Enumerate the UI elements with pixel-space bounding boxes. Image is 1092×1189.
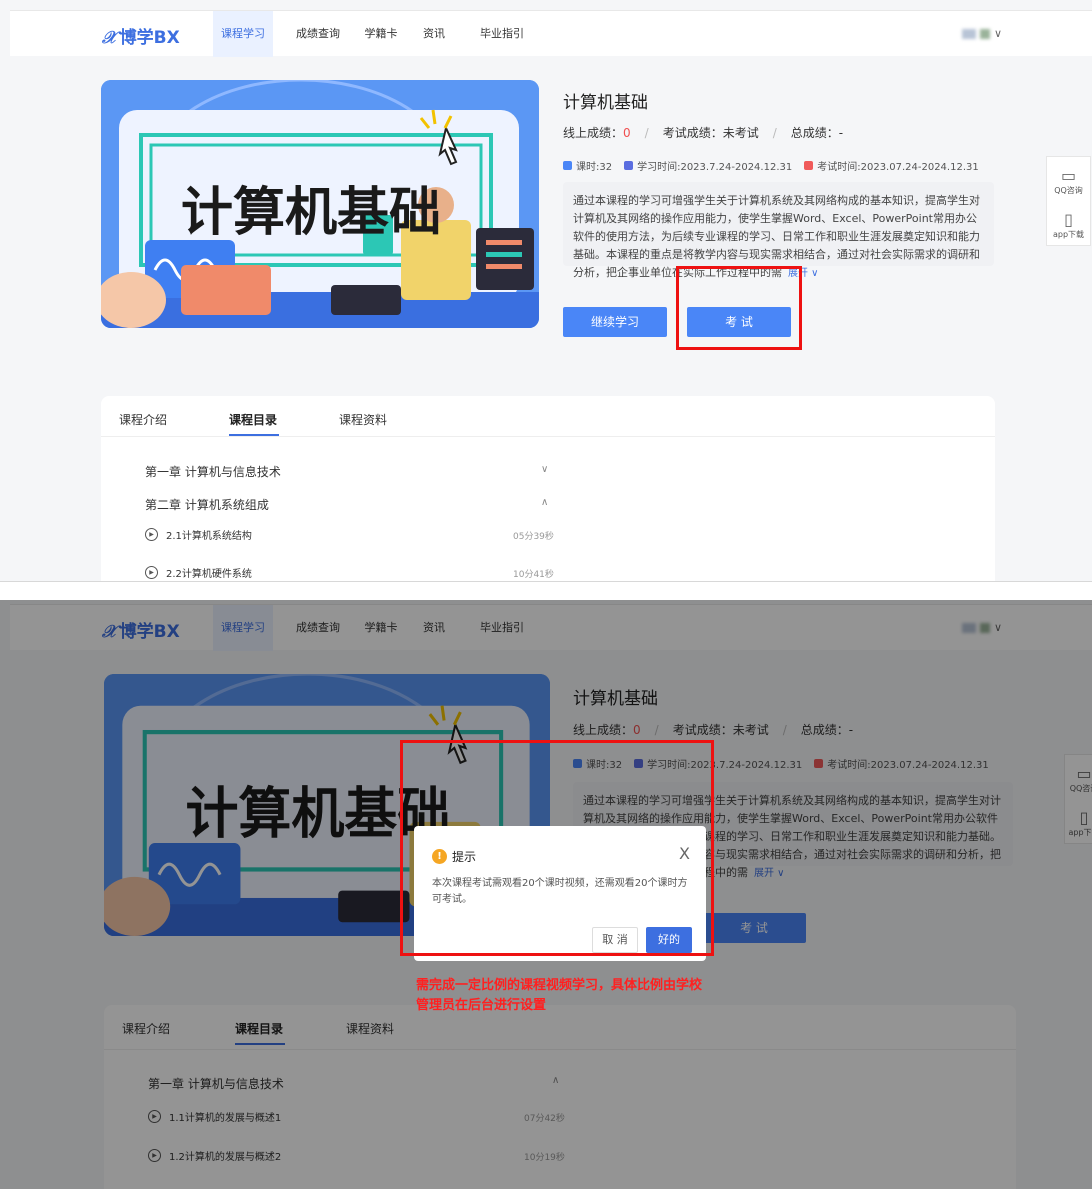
exam-time: 考试时间:2023.07.24-2024.12.31 xyxy=(817,162,979,173)
logo-text: 博学BX xyxy=(119,28,180,48)
tab-catalog[interactable]: 课程目录 xyxy=(229,411,277,428)
online-score-value: 0 xyxy=(623,125,631,140)
chevron-down-icon: ∨ xyxy=(993,27,1002,40)
annotation-text: 需完成一定比例的课程视频学习，具体比例由学校管理员在后台进行设置 xyxy=(416,978,703,1013)
continue-study-button[interactable]: 继续学习 xyxy=(563,307,667,337)
exam-score-label: 考试成绩： xyxy=(662,126,723,140)
total-score-value: - xyxy=(838,125,844,140)
chevron-up-icon[interactable]: ∧ xyxy=(541,497,548,508)
nav-item-news[interactable]: 资讯 xyxy=(414,11,454,57)
screenshot-panel-bottom: 𝒳 博学BX 课程学习 成绩查询 学籍卡 资讯 毕业指引 ∨ 计算机基础 计算机基… xyxy=(0,600,1092,1189)
chapter-1[interactable]: 第一章 计算机与信息技术 xyxy=(145,463,281,480)
course-tabs-card: 课程介绍 课程目录 课程资料 第一章 计算机与信息技术 ∨ 第二章 计算机系统组… xyxy=(101,396,995,581)
tab-materials[interactable]: 课程资料 xyxy=(339,411,387,428)
user-menu[interactable]: ∨ xyxy=(961,27,1002,40)
pencil-icon xyxy=(804,161,814,170)
screenshot-panel-top: 𝒳 博学BX 课程学习 成绩查询 学籍卡 资讯 毕业指引 ∨ 计算机基础 计算机… xyxy=(0,0,1092,582)
separator: / xyxy=(772,125,777,140)
highlight-box xyxy=(400,740,714,956)
lesson-item[interactable]: ▶ 2.1计算机系统结构 xyxy=(145,527,252,542)
lesson-name: 2.1计算机系统结构 xyxy=(166,531,252,542)
nav-item-graduation[interactable]: 毕业指引 xyxy=(472,11,532,57)
nav-item-grades[interactable]: 成绩查询 xyxy=(288,11,348,57)
course-hours: 课时:32 xyxy=(576,162,613,173)
side-float-panel: ▭QQ咨询 ▯app下载 xyxy=(1046,156,1091,246)
course-title: 计算机基础 xyxy=(563,93,648,113)
exam-score-value: 未考试 xyxy=(722,126,759,140)
play-icon: ▶ xyxy=(145,566,158,579)
nav-item-course[interactable]: 课程学习 xyxy=(213,11,273,57)
separator: / xyxy=(644,125,649,140)
course-description: 通过本课程的学习可增强学生关于计算机系统及其网络构成的基本知识，提高学生对计算机… xyxy=(563,182,994,279)
avatar xyxy=(961,28,976,39)
lesson-duration: 10分41秒 xyxy=(513,570,554,580)
qq-label: QQ咨询 xyxy=(1054,186,1083,195)
top-navbar: 𝒳 博学BX 课程学习 成绩查询 学籍卡 资讯 毕业指引 ∨ xyxy=(10,10,1092,57)
banner-illustration: 计算机基础 xyxy=(101,80,539,328)
calendar-icon xyxy=(624,161,634,170)
highlight-box xyxy=(676,266,802,350)
chevron-down-icon[interactable]: ∨ xyxy=(541,464,548,475)
study-time: 学习时间:2023.7.24-2024.12.31 xyxy=(637,162,793,173)
chapter-2[interactable]: 第二章 计算机系统组成 xyxy=(145,496,269,513)
logo[interactable]: 𝒳 博学BX xyxy=(102,23,180,48)
nav-item-student-card[interactable]: 学籍卡 xyxy=(356,11,406,57)
course-meta: 课时:32 学习时间:2023.7.24-2024.12.31 考试时间:202… xyxy=(563,158,979,173)
play-icon: ▶ xyxy=(145,528,158,541)
message-square-icon: ▭ xyxy=(1060,166,1077,185)
total-score-label: 总成绩： xyxy=(790,126,839,140)
qq-consult[interactable]: ▭QQ咨询 xyxy=(1047,157,1090,201)
lesson-item[interactable]: ▶ 2.2计算机硬件系统 xyxy=(145,565,252,580)
lesson-duration: 05分39秒 xyxy=(513,532,554,542)
course-banner: 计算机基础 xyxy=(101,80,539,328)
banner-text: 计算机基础 xyxy=(181,183,441,243)
hours-icon xyxy=(563,161,572,170)
logo-mark: 𝒳 xyxy=(102,28,117,48)
online-score-label: 线上成绩： xyxy=(563,126,624,140)
score-row: 线上成绩： 0 / 考试成绩： 未考试 / 总成绩： - xyxy=(563,124,843,141)
username xyxy=(979,28,990,39)
app-label: app下载 xyxy=(1052,230,1085,239)
app-download[interactable]: ▯app下载 xyxy=(1047,201,1090,245)
lesson-name: 2.2计算机硬件系统 xyxy=(166,569,252,580)
tablet-icon: ▯ xyxy=(1064,210,1073,229)
tab-intro[interactable]: 课程介绍 xyxy=(119,411,167,428)
divider xyxy=(101,436,995,437)
